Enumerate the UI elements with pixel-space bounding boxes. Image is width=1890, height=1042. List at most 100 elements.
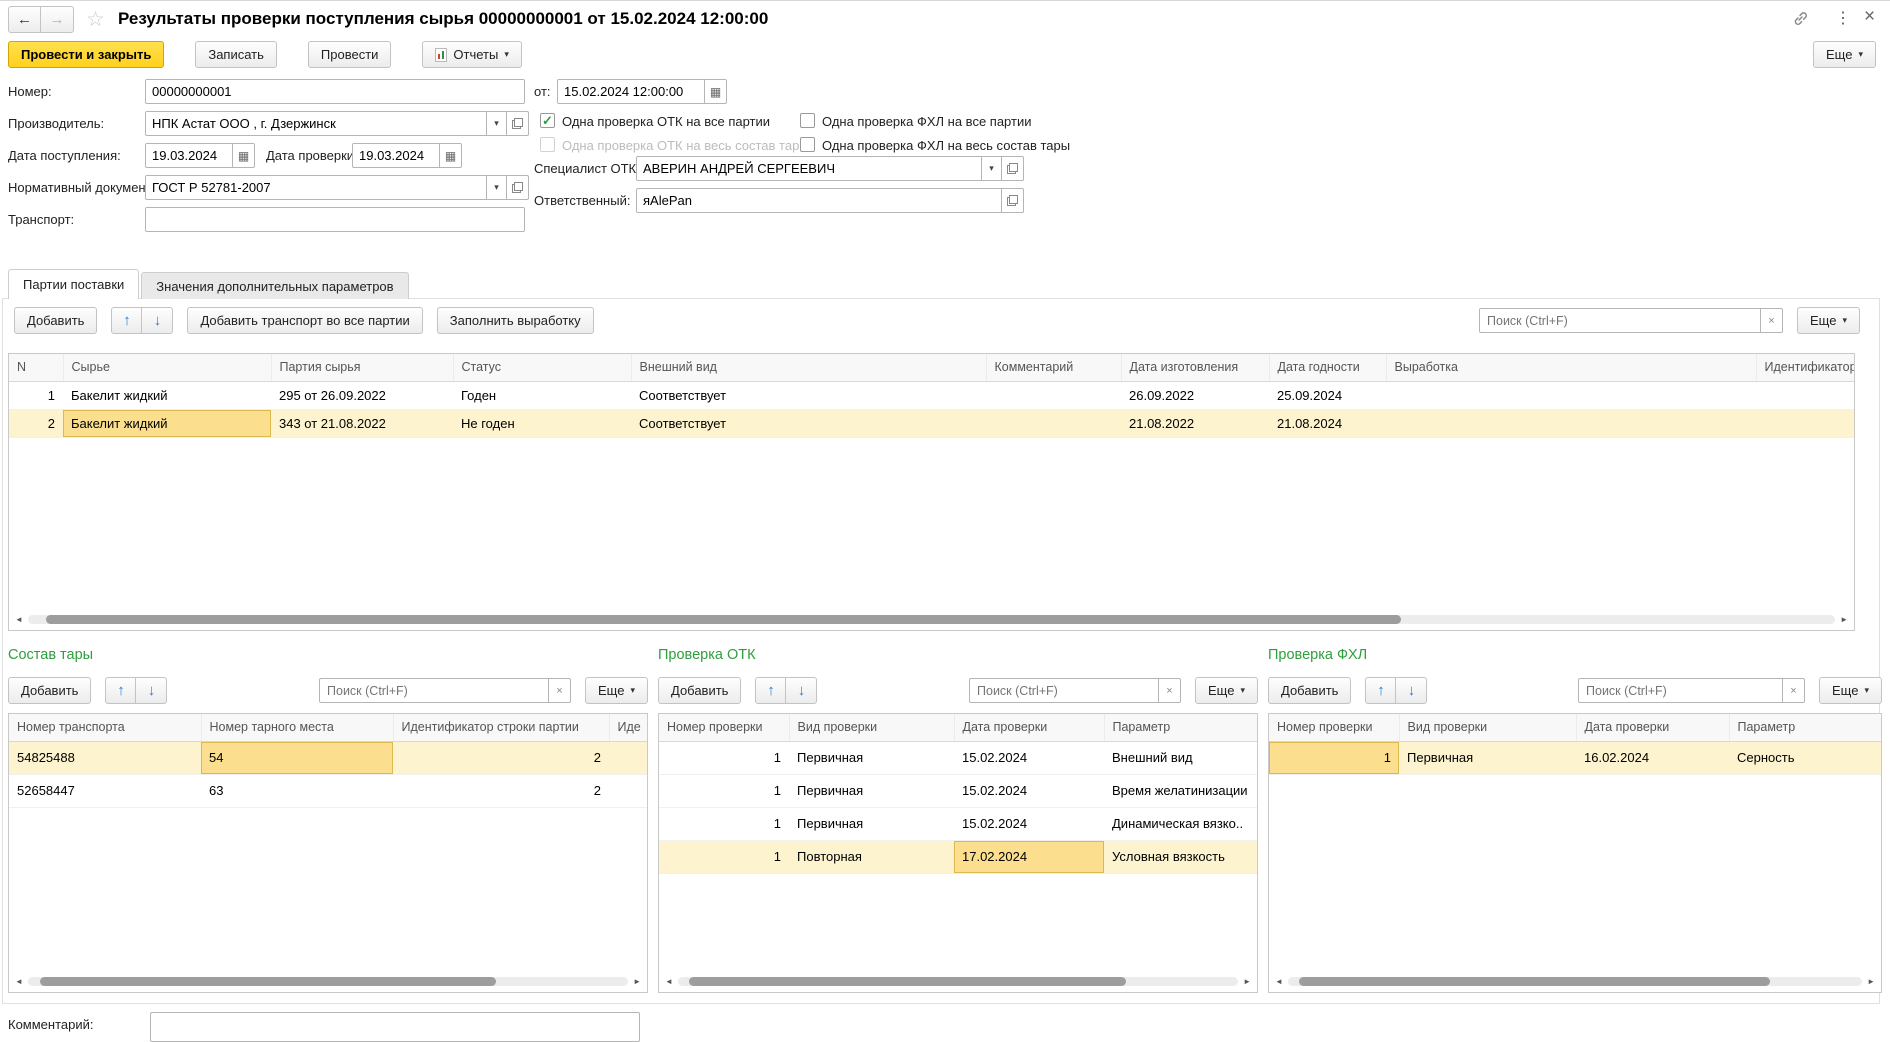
receipt-date-field[interactable]: [145, 143, 233, 168]
close-icon[interactable]: ×: [1864, 6, 1875, 28]
horizontal-scrollbar[interactable]: ◄ ►: [665, 975, 1251, 988]
cell[interactable]: 54825488: [9, 741, 201, 774]
cell[interactable]: 52658447: [9, 774, 201, 807]
cell[interactable]: [1386, 381, 1756, 409]
move-down-icon[interactable]: ↓: [142, 307, 173, 334]
cell[interactable]: [609, 741, 647, 774]
table-row[interactable]: 1 Первичная 15.02.2024 Динамическая вязк…: [659, 807, 1257, 840]
cell[interactable]: 1: [659, 840, 789, 873]
cell-selected[interactable]: 54: [201, 741, 393, 774]
clear-search-icon[interactable]: ×: [1761, 308, 1783, 333]
scrollbar-track[interactable]: [28, 977, 628, 986]
cell[interactable]: 1: [659, 741, 789, 774]
cell[interactable]: 1: [659, 774, 789, 807]
cell[interactable]: Первичная: [789, 807, 954, 840]
checkbox-fhl-all-tare[interactable]: [800, 137, 815, 152]
cell[interactable]: 1: [9, 381, 63, 409]
cell[interactable]: Время желатинизации: [1104, 774, 1257, 807]
table-row-selected[interactable]: 1 Повторная 17.02.2024 Условная вязкость: [659, 840, 1257, 873]
fhl-add-button[interactable]: Добавить: [1268, 677, 1351, 704]
cell[interactable]: Первичная: [789, 774, 954, 807]
scroll-right-icon[interactable]: ►: [1243, 978, 1251, 986]
scroll-right-icon[interactable]: ►: [1867, 978, 1875, 986]
cell[interactable]: 2: [9, 409, 63, 437]
scroll-left-icon[interactable]: ◄: [15, 616, 23, 624]
dropdown-icon[interactable]: ▾: [487, 175, 507, 200]
col-batch-row-id[interactable]: Идентификатор строки партии: [393, 714, 609, 741]
checkbox-otk-all-batches[interactable]: ✓: [540, 113, 555, 128]
scrollbar-track[interactable]: [28, 615, 1835, 624]
cell[interactable]: 15.02.2024: [954, 741, 1104, 774]
batches-search-input[interactable]: [1479, 308, 1761, 333]
cell-selected[interactable]: 17.02.2024: [954, 840, 1104, 873]
otk-search-input[interactable]: [969, 678, 1159, 703]
clear-search-icon[interactable]: ×: [549, 678, 571, 703]
manufacturer-field[interactable]: [145, 111, 487, 136]
col-comment[interactable]: Комментарий: [986, 354, 1121, 381]
tab-batches[interactable]: Партии поставки: [8, 269, 139, 299]
write-button[interactable]: Записать: [195, 41, 277, 68]
cell[interactable]: 25.09.2024: [1269, 381, 1386, 409]
col-check-type[interactable]: Вид проверки: [1399, 714, 1576, 741]
calendar-icon[interactable]: ▦: [440, 143, 462, 168]
dropdown-icon[interactable]: ▾: [487, 111, 507, 136]
cell[interactable]: Повторная: [789, 840, 954, 873]
move-up-icon[interactable]: ↑: [755, 677, 786, 704]
cell-selected[interactable]: 1: [1269, 741, 1399, 774]
table-row[interactable]: 52658447 63 2: [9, 774, 647, 807]
scroll-left-icon[interactable]: ◄: [1275, 978, 1283, 986]
tab-extra-params[interactable]: Значения дополнительных параметров: [141, 272, 408, 299]
otk-add-button[interactable]: Добавить: [658, 677, 741, 704]
tare-add-button[interactable]: Добавить: [8, 677, 91, 704]
move-up-icon[interactable]: ↑: [111, 307, 142, 334]
fill-output-button[interactable]: Заполнить выработку: [437, 307, 594, 334]
tare-more-button[interactable]: Еще ▾: [585, 677, 648, 704]
move-up-icon[interactable]: ↑: [105, 677, 136, 704]
get-link-icon[interactable]: [1792, 10, 1809, 30]
scrollbar-thumb[interactable]: [40, 977, 496, 986]
cell[interactable]: 21.08.2022: [1121, 409, 1269, 437]
otk-specialist-field[interactable]: [636, 156, 982, 181]
checkbox-fhl-all-batches-label[interactable]: Одна проверка ФХЛ на все партии: [822, 114, 1031, 129]
cell[interactable]: [1756, 409, 1854, 437]
move-down-icon[interactable]: ↓: [1396, 677, 1427, 704]
otk-more-button[interactable]: Еще ▾: [1195, 677, 1258, 704]
calendar-icon[interactable]: ▦: [705, 79, 727, 104]
number-field[interactable]: [145, 79, 525, 104]
cell[interactable]: 21.08.2024: [1269, 409, 1386, 437]
table-row-selected[interactable]: 54825488 54 2: [9, 741, 647, 774]
cell[interactable]: [609, 774, 647, 807]
clear-search-icon[interactable]: ×: [1159, 678, 1181, 703]
dropdown-icon[interactable]: ▾: [982, 156, 1002, 181]
cell[interactable]: 2: [393, 774, 609, 807]
normative-doc-field[interactable]: [145, 175, 487, 200]
cell-selected[interactable]: Бакелит жидкий: [63, 409, 271, 437]
transport-field[interactable]: [145, 207, 525, 232]
cell[interactable]: 15.02.2024: [954, 774, 1104, 807]
cell[interactable]: [986, 409, 1121, 437]
col-status[interactable]: Статус: [453, 354, 631, 381]
scrollbar-track[interactable]: [678, 977, 1238, 986]
open-item-icon[interactable]: [1002, 188, 1024, 213]
cell[interactable]: 1: [659, 807, 789, 840]
cell[interactable]: Соответствует: [631, 409, 986, 437]
responsible-field[interactable]: [636, 188, 1002, 213]
table-row[interactable]: 1 Первичная 15.02.2024 Внешний вид: [659, 741, 1257, 774]
cell[interactable]: 16.02.2024: [1576, 741, 1729, 774]
col-parameter[interactable]: Параметр: [1729, 714, 1881, 741]
fhl-more-button[interactable]: Еще ▾: [1819, 677, 1882, 704]
scrollbar-thumb[interactable]: [46, 615, 1401, 624]
checkbox-fhl-all-batches[interactable]: [800, 113, 815, 128]
col-check-type[interactable]: Вид проверки: [789, 714, 954, 741]
cell[interactable]: Первичная: [789, 741, 954, 774]
table-row-selected[interactable]: 2 Бакелит жидкий 343 от 21.08.2022 Не го…: [9, 409, 1854, 437]
cell[interactable]: [1756, 381, 1854, 409]
move-up-icon[interactable]: ↑: [1365, 677, 1396, 704]
col-n[interactable]: N: [9, 354, 63, 381]
cell[interactable]: 343 от 21.08.2022: [271, 409, 453, 437]
cell[interactable]: 15.02.2024: [954, 807, 1104, 840]
cell[interactable]: Первичная: [1399, 741, 1576, 774]
col-material[interactable]: Сырье: [63, 354, 271, 381]
window-menu-icon[interactable]: ⋮: [1835, 8, 1851, 28]
tare-search-input[interactable]: [319, 678, 549, 703]
